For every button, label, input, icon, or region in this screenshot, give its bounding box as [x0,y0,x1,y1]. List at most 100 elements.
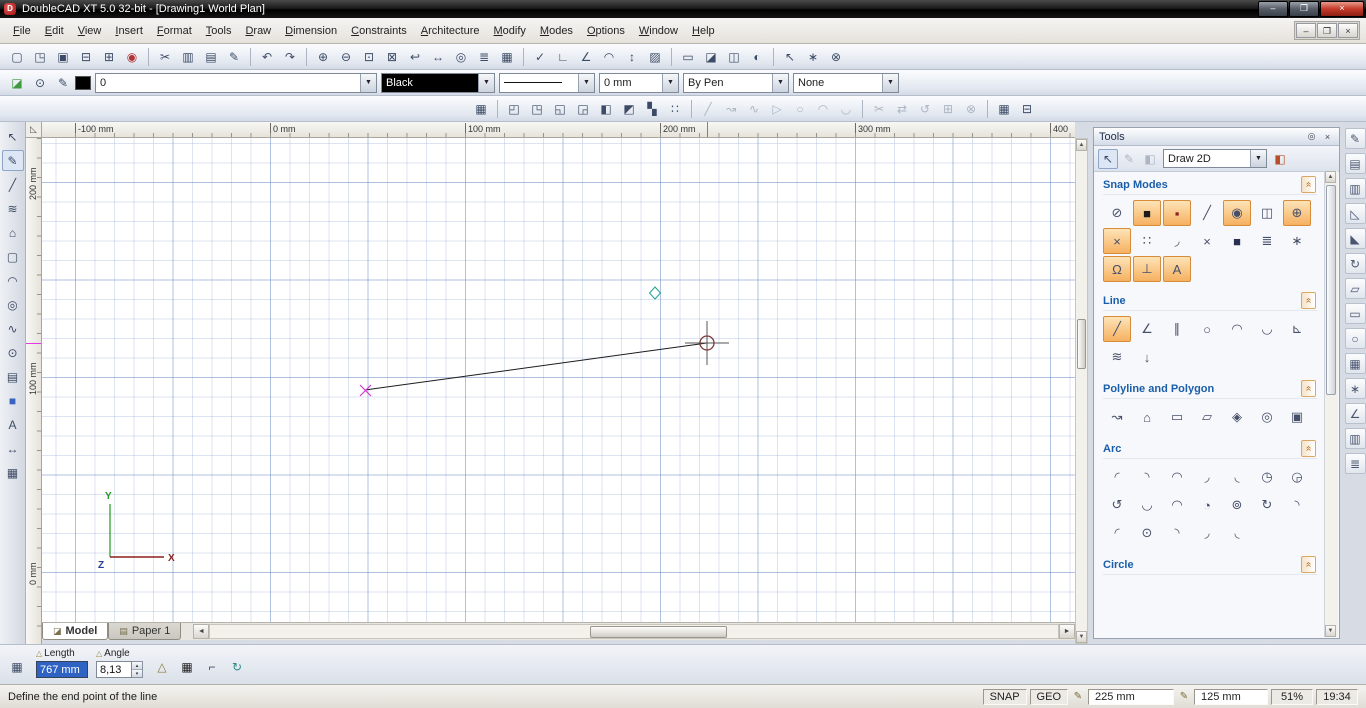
visibility-icon[interactable]: ⊙ [29,72,51,94]
arc-quarter-icon[interactable]: ◡ [1133,492,1161,518]
mdi-restore-button[interactable]: ❐ [1317,23,1337,38]
arc-rotated-icon[interactable]: ◶ [1283,464,1311,490]
snap-opposite-icon[interactable]: × [1193,228,1221,254]
polygon-tool-icon[interactable]: ⌂ [2,222,24,243]
layers-strip-icon[interactable]: ▥ [1345,428,1366,449]
refresh-icon[interactable]: ↻ [226,656,248,678]
polyline-icon[interactable]: ↝ [1103,404,1131,430]
pattern-diagonal-icon[interactable]: ▚ [641,98,663,120]
spin-down-icon[interactable]: ▾ [132,670,142,677]
snap-quadrant-icon[interactable]: ◫ [1253,200,1281,226]
color-combo[interactable]: Black ▼ [381,73,495,93]
chevron-down-icon[interactable]: ▼ [882,74,898,92]
print-preview-icon[interactable]: ⊞ [98,46,120,68]
protractor-icon[interactable]: ◠ [598,46,620,68]
sketch-pencil-icon[interactable]: ✎ [1345,128,1366,149]
angle-spinner[interactable]: ▴ ▾ [132,661,143,678]
pattern-bottom-left-icon[interactable]: ◱ [549,98,571,120]
pattern-bottom-right-icon[interactable]: ◲ [572,98,594,120]
grid-strip-icon[interactable]: ▦ [1345,353,1366,374]
vertical-scrollbar-thumb[interactable] [1077,319,1086,369]
length-flyout-icon[interactable]: △ [36,649,42,658]
arc-tangent-icon[interactable]: ◞ [1193,464,1221,490]
snap-magnetic-point-icon[interactable]: ■ [1223,228,1251,254]
save-icon[interactable]: ▣ [52,46,74,68]
print-area-icon[interactable]: ⊟ [1016,98,1038,120]
solid-tool-icon[interactable]: ■ [2,390,24,411]
panel-scrollbar-thumb[interactable] [1326,185,1336,395]
collapse-section-icon[interactable]: « [1301,380,1316,397]
snap-strip-icon[interactable]: ∗ [1345,378,1366,399]
palette-icon[interactable]: ◧ [1270,149,1290,169]
circle-tool-icon[interactable]: ◎ [2,294,24,315]
line-tangent-two-arcs-icon[interactable]: ◡ [1253,316,1281,342]
inspector-grip-icon[interactable]: ▦ [6,656,28,678]
collapse-section-icon[interactable]: « [1301,440,1316,457]
wireframe-view-icon[interactable]: ▭ [677,46,699,68]
select-mode-icon[interactable]: ↖ [779,46,801,68]
ruler-corner[interactable]: ◺ [26,122,42,138]
color-swatch[interactable] [75,76,91,90]
horizontal-scrollbar[interactable] [209,624,1059,639]
frame-icon[interactable]: ▭ [1345,303,1366,324]
chevron-down-icon[interactable]: ▼ [662,74,678,92]
pen-style-combo[interactable]: By Pen ▼ [683,73,789,93]
line-angular-icon[interactable]: ∠ [1133,316,1161,342]
maximize-button[interactable]: ❐ [1289,1,1319,17]
node-edit-icon[interactable]: ∗ [802,46,824,68]
snap-intersection-icon[interactable]: ⊕ [1283,200,1311,226]
node-edit-icon[interactable]: ✎ [1119,149,1139,169]
mode-combo[interactable]: Draw 2D ▼ [1163,149,1267,168]
polygon-icon[interactable]: ⌂ [1133,404,1161,430]
tab-model[interactable]: ◪ Model [42,623,108,640]
menu-view[interactable]: View [71,21,109,41]
scroll-down-icon[interactable]: ▼ [1325,625,1336,637]
shaded-view-icon[interactable]: ◪ [700,46,722,68]
snap-toggle[interactable]: SNAP [983,689,1027,705]
arc-double-point-icon[interactable]: ◝ [1133,464,1161,490]
pattern-quarter-icon[interactable]: ◩ [618,98,640,120]
irregular-polygon-icon[interactable]: ◈ [1223,404,1251,430]
menu-format[interactable]: Format [150,21,199,41]
polyline-disabled-icon[interactable]: ↝ [720,98,742,120]
snap-midpoint-icon[interactable]: ▪ [1163,200,1191,226]
arc-half-icon[interactable]: ◠ [1163,492,1191,518]
line-tangent-to-arc-icon[interactable]: ○ [1193,316,1221,342]
pen-style-icon[interactable]: ✎ [52,72,74,94]
set-square-icon[interactable]: ◺ [1345,203,1366,224]
tab-paper-1[interactable]: ▤ Paper 1 [108,623,181,640]
y-coordinate-field[interactable]: 125 mm [1194,689,1268,705]
mdi-close-button[interactable]: × [1338,23,1358,38]
hatch-combo[interactable]: None ▼ [793,73,899,93]
mdi-minimize-button[interactable]: – [1296,23,1316,38]
arc-direction-icon[interactable]: ↻ [1253,492,1281,518]
circle-strip-icon[interactable]: ○ [1345,328,1366,349]
angle-input[interactable] [96,661,132,678]
undo-icon[interactable]: ↶ [256,46,278,68]
segment-tool-icon[interactable]: ╱ [2,174,24,195]
angle-toggle-icon[interactable]: ∠ [575,46,597,68]
rotate-icon[interactable]: ↻ [1345,253,1366,274]
calculator-icon[interactable]: ≣ [473,46,495,68]
line-tool-icon[interactable]: ╱ [1103,316,1131,342]
select-tool-icon[interactable]: ↖ [2,126,24,147]
drawing-canvas[interactable]: Y X Z [42,138,1075,622]
line-perpendicular-icon[interactable]: ⊾ [1283,316,1311,342]
menu-tools[interactable]: Tools [199,21,239,41]
zoom-in-icon[interactable]: ⊕ [312,46,334,68]
spin-up-icon[interactable]: ▴ [132,662,142,670]
cut-icon[interactable]: ✂ [154,46,176,68]
copy-icon[interactable]: ▥ [177,46,199,68]
line-parallel-icon[interactable]: ∥ [1163,316,1191,342]
text-tool-icon[interactable]: A [2,414,24,435]
segment-disabled-icon[interactable]: ╱ [697,98,719,120]
explode-disabled-icon[interactable]: ⊗ [960,98,982,120]
line-style-combo[interactable]: ▼ [499,73,595,93]
zoom-previous-icon[interactable]: ↩ [404,46,426,68]
rotate-disabled-icon[interactable]: ↺ [914,98,936,120]
menu-draw[interactable]: Draw [238,21,278,41]
spline-tool-icon[interactable]: ∿ [2,318,24,339]
hook-icon[interactable]: ⌐ [201,656,223,678]
arc-concentric-icon[interactable]: ◷ [1253,464,1281,490]
rotated-rectangle-icon[interactable]: ▱ [1193,404,1221,430]
